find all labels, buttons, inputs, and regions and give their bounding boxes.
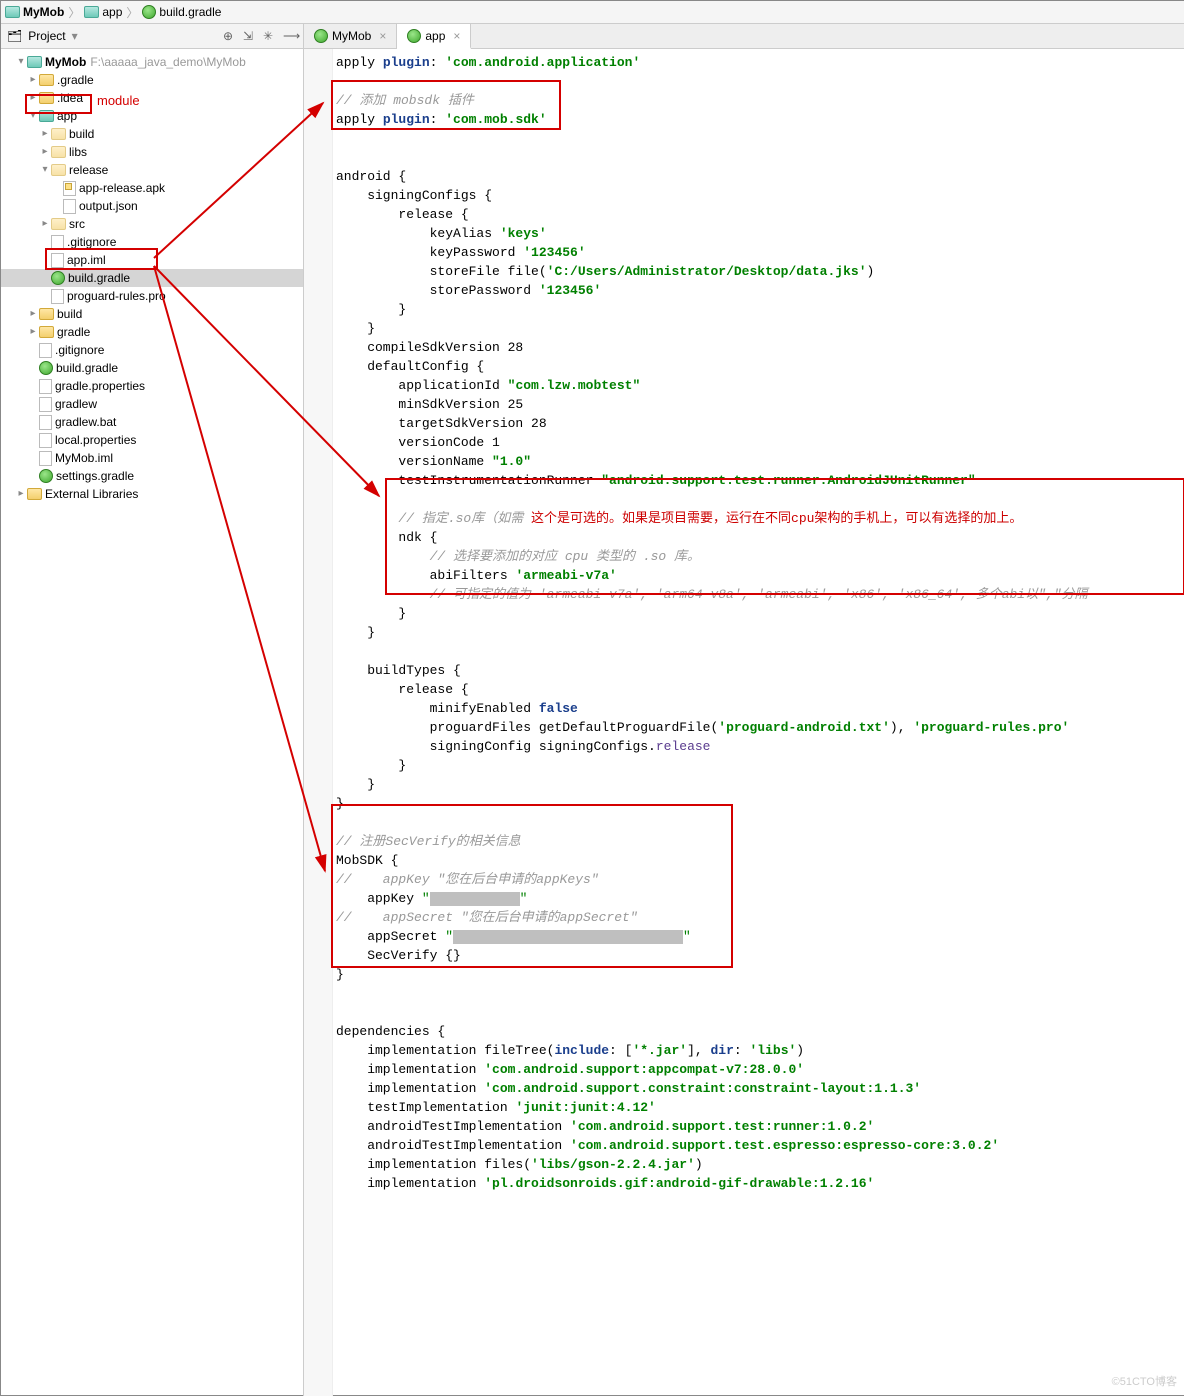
tree-row[interactable]: ▸src	[1, 215, 303, 233]
crumb-root[interactable]: MyMob	[5, 5, 64, 19]
tree-row[interactable]: gradlew	[1, 395, 303, 413]
close-icon[interactable]: ×	[379, 29, 386, 43]
tree-row[interactable]: .gitignore	[1, 341, 303, 359]
project-icon: 🗂	[7, 29, 22, 43]
code-area[interactable]: apply plugin: 'com.android.application' …	[304, 49, 1184, 1396]
annot-label-module: module	[97, 93, 140, 108]
tree-row[interactable]: ▸build	[1, 305, 303, 323]
crumb-app[interactable]: app	[84, 5, 122, 19]
source-code[interactable]: apply plugin: 'com.android.application' …	[304, 49, 1184, 1197]
tree-app[interactable]: ▾app	[1, 107, 303, 125]
tab-app[interactable]: app×	[397, 24, 471, 49]
project-panel: 🗂 Project ▾ ⊕ ⇲ ✳ ⟶ ▾MyMobF:\aaaaa_java_…	[1, 24, 304, 1396]
tree-row[interactable]: settings.gradle	[1, 467, 303, 485]
tree-external-libs[interactable]: ▸External Libraries	[1, 485, 303, 503]
editor: MyMob× app× apply plugin: 'com.android.a…	[304, 24, 1184, 1396]
tree-build-gradle[interactable]: build.gradle	[1, 269, 303, 287]
watermark: ©51CTO博客	[1112, 1373, 1177, 1389]
crumb-file[interactable]: build.gradle	[142, 5, 221, 19]
panel-title: Project	[28, 29, 65, 43]
tree-row[interactable]: proguard-rules.pro	[1, 287, 303, 305]
close-icon[interactable]: ×	[453, 29, 460, 43]
tree-row[interactable]: ▸.gradle	[1, 71, 303, 89]
breadcrumb[interactable]: MyMob 〉 app 〉 build.gradle	[1, 1, 1184, 24]
tree-row[interactable]: MyMob.iml	[1, 449, 303, 467]
tree-row[interactable]: app-release.apk	[1, 179, 303, 197]
collapse-icon[interactable]: ⇲	[243, 29, 257, 43]
tree-row[interactable]: build.gradle	[1, 359, 303, 377]
tree-row[interactable]: local.properties	[1, 431, 303, 449]
project-panel-header: 🗂 Project ▾ ⊕ ⇲ ✳ ⟶	[1, 24, 303, 49]
chevron-right-icon: 〉	[66, 4, 82, 21]
tree-row[interactable]: app.iml	[1, 251, 303, 269]
tree-row[interactable]: ▸build	[1, 125, 303, 143]
tree-row[interactable]: ▾release	[1, 161, 303, 179]
project-tree[interactable]: ▾MyMobF:\aaaaa_java_demo\MyMob ▸.gradle …	[1, 49, 303, 1396]
tree-row[interactable]: gradlew.bat	[1, 413, 303, 431]
tree-row[interactable]: gradle.properties	[1, 377, 303, 395]
tree-row[interactable]: output.json	[1, 197, 303, 215]
scope-icon[interactable]: ⊕	[223, 29, 237, 43]
editor-tabs: MyMob× app×	[304, 24, 1184, 49]
gear-icon[interactable]: ✳	[263, 29, 277, 43]
tree-row[interactable]: ▸libs	[1, 143, 303, 161]
chevron-right-icon: 〉	[124, 4, 140, 21]
tree-row[interactable]: ▸.idea	[1, 89, 303, 107]
tree-row[interactable]: ▸gradle	[1, 323, 303, 341]
hide-icon[interactable]: ⟶	[283, 29, 297, 43]
tab-mymob[interactable]: MyMob×	[304, 24, 397, 48]
gutter	[304, 49, 333, 1396]
tree-row[interactable]: .gitignore	[1, 233, 303, 251]
tree-root[interactable]: ▾MyMobF:\aaaaa_java_demo\MyMob	[1, 53, 303, 71]
chevron-down-icon[interactable]: ▾	[72, 29, 78, 43]
